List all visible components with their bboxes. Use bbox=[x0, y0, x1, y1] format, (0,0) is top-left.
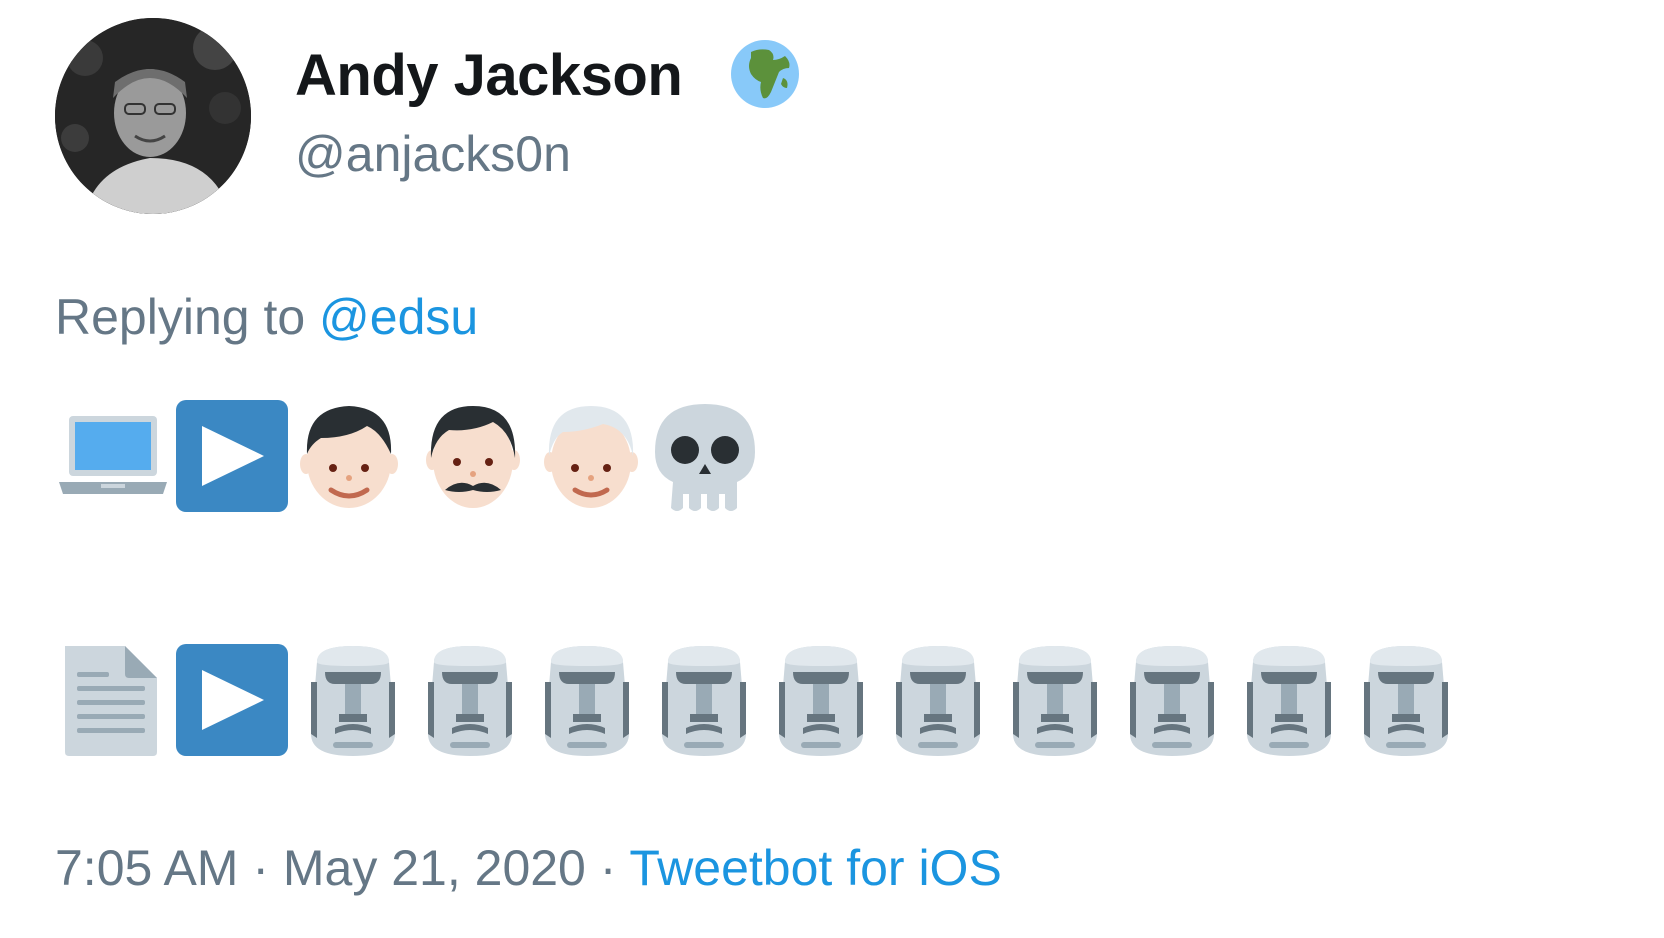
skull-icon bbox=[647, 398, 763, 514]
tweet-meta: 7:05 AM · May 21, 2020 · Tweetbot for iO… bbox=[55, 836, 1002, 900]
meta-separator: · bbox=[238, 840, 283, 896]
author-name[interactable]: Andy Jackson bbox=[295, 40, 683, 112]
globe-europe-africa-icon bbox=[729, 38, 801, 110]
meta-separator: · bbox=[585, 840, 630, 896]
moai-icon bbox=[763, 642, 879, 758]
moai-icon bbox=[412, 642, 528, 758]
moai-icon bbox=[529, 642, 645, 758]
replying-to-label: Replying to bbox=[55, 289, 320, 345]
tweet-date[interactable]: May 21, 2020 bbox=[283, 840, 586, 896]
play-button-icon bbox=[172, 642, 288, 758]
moai-icon bbox=[646, 642, 762, 758]
avatar[interactable] bbox=[55, 18, 251, 214]
mention-link[interactable]: @edsu bbox=[319, 289, 478, 345]
play-button-icon bbox=[172, 398, 288, 514]
replying-to: Replying to @edsu bbox=[55, 285, 478, 349]
moai-icon bbox=[295, 642, 411, 758]
tweet-card: Andy Jackson @anjacks0n Replying to @eds… bbox=[0, 0, 1664, 938]
moai-icon bbox=[997, 642, 1113, 758]
older-man-icon bbox=[533, 398, 649, 514]
author-handle[interactable]: @anjacks0n bbox=[295, 122, 571, 186]
avatar-photo bbox=[55, 18, 251, 214]
moai-icon bbox=[1231, 642, 1347, 758]
moai-icon bbox=[880, 642, 996, 758]
tweet-source-link[interactable]: Tweetbot for iOS bbox=[629, 840, 1001, 896]
man-mustache-icon bbox=[415, 398, 531, 514]
boy-icon bbox=[291, 398, 407, 514]
tweet-time[interactable]: 7:05 AM bbox=[55, 840, 238, 896]
moai-icon bbox=[1114, 642, 1230, 758]
page-facing-up-icon bbox=[55, 642, 171, 758]
moai-icon bbox=[1348, 642, 1464, 758]
laptop-icon bbox=[55, 398, 171, 514]
